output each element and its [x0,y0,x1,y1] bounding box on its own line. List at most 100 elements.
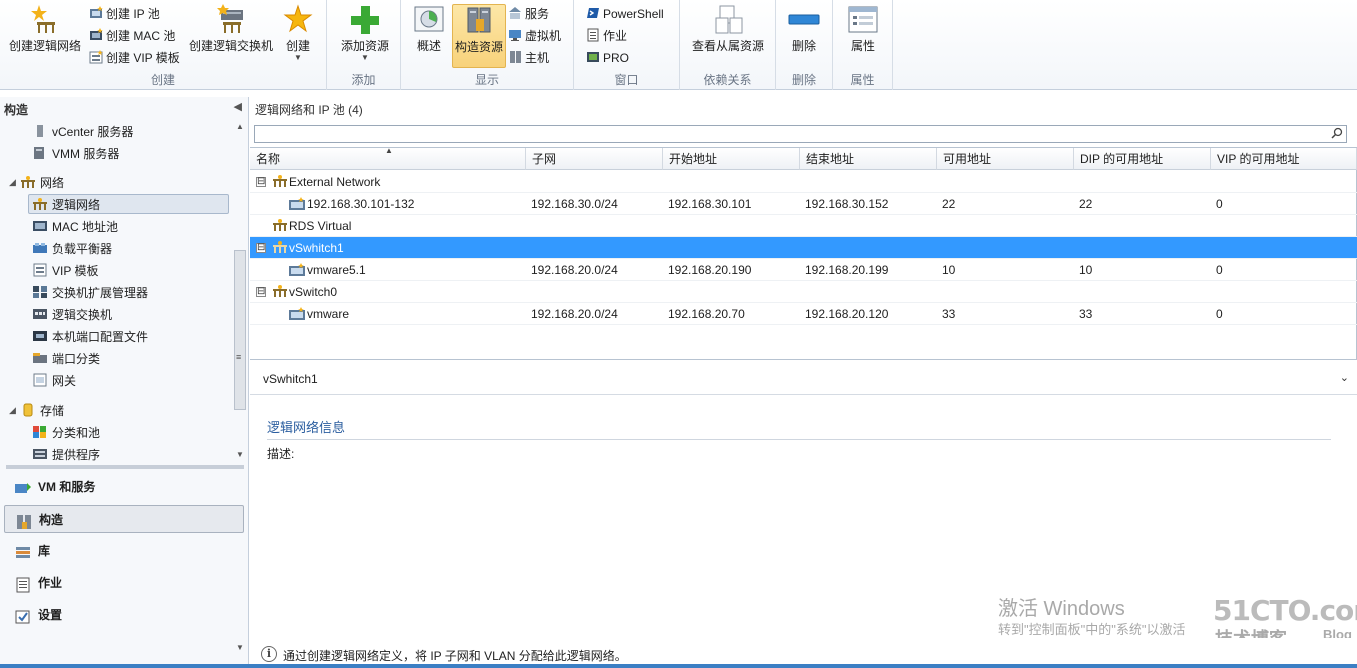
host-icon [508,50,522,64]
row-subnet: 192.168.30.0/24 [531,197,618,211]
tree-item-port-classifications[interactable]: 端口分类 [32,349,100,369]
table-row[interactable]: vmware 192.168.20.0/24 192.168.20.70 192… [250,303,1357,325]
powershell-button[interactable]: PowerShell [586,4,664,24]
tree-item-native-port-profiles[interactable]: 本机端口配置文件 [32,327,148,347]
details-selected-name: vSwhitch1 [263,372,318,386]
tree-item-switch-extension-managers[interactable]: 交换机扩展管理器 [32,283,148,303]
hosts-button[interactable]: 主机 [508,48,549,68]
info-icon: i [261,646,277,662]
tree-item-providers[interactable]: 提供程序 [32,445,100,465]
delete-label: 删除 [791,39,816,53]
table-row-selected[interactable]: ⊟ vSwhitch1 [250,237,1357,259]
row-collapse-icon[interactable]: ⊟ [256,287,266,297]
column-header-subnet[interactable]: 子网 [526,148,663,170]
vms-label: 虚拟机 [525,29,562,43]
column-header-end-address[interactable]: 结束地址 [800,148,937,170]
tree-item-label: 逻辑交换机 [52,308,113,322]
tree-item-storage[interactable]: 存储 [20,401,64,421]
ribbon-group-add-label: 添加 [351,73,376,87]
tree-item-vip-templates[interactable]: VIP 模板 [32,261,98,281]
search-input[interactable] [254,125,1347,143]
hosts-label: 主机 [525,51,550,65]
tree-item-label: 负载平衡器 [52,242,113,256]
details-pane-header[interactable]: vSwhitch1 ⌄ [250,363,1357,395]
load-balancer-icon [32,241,48,255]
workspace-fabric[interactable]: 构造 [4,505,244,533]
ribbon-group-create: 创建逻辑网络 创建 IP 池 创建 MAC 池 创建 VIP 模板 创建逻辑交换… [0,0,327,90]
vms-button[interactable]: 虚拟机 [508,26,561,46]
workspace-label: 构造 [39,513,64,527]
workspace-jobs[interactable]: 作业 [4,569,244,597]
row-name: 192.168.30.101-132 [307,197,415,211]
table-row[interactable]: ⊟ vSwitch0 [250,281,1357,303]
overview-button[interactable]: 概述 [411,4,447,54]
scroll-down-arrow-icon[interactable]: ▼ [236,450,244,459]
tree-item-vmm-servers[interactable]: VMM 服务器 [32,144,119,164]
ribbon-group-delete: 删除 删除 [776,0,833,90]
jobs-button[interactable]: 作业 [586,26,627,46]
row-collapse-icon[interactable]: ⊟ [256,243,266,253]
pro-button[interactable]: PRO [586,48,629,68]
tree-item-label: 本机端口配置文件 [52,330,149,344]
table-row[interactable]: 192.168.30.101-132 192.168.30.0/24 192.1… [250,193,1357,215]
row-start-address: 192.168.20.190 [668,263,752,277]
workspace-overflow-icon[interactable]: ▼ [236,643,244,652]
gateway-icon [32,373,48,387]
add-resource-button[interactable]: 添加资源 ▼ [338,4,392,62]
tree-item-networking[interactable]: 网络 [20,173,64,193]
tree-item-logical-networks[interactable]: 逻辑网络 [28,194,229,214]
chevron-down-icon[interactable]: ⌄ [1340,371,1349,384]
services-button[interactable]: 服务 [508,4,549,24]
tree-item-logical-switches[interactable]: 逻辑交换机 [32,305,112,325]
search-icon[interactable] [1331,127,1343,139]
table-row[interactable]: ⊟ External Network [250,171,1357,193]
workspace-settings[interactable]: 设置 [4,601,244,629]
tree-scrollbar[interactable]: ▲ ≡ ▼ [233,122,247,462]
create-mac-pool-button[interactable]: 创建 MAC 池 [89,26,175,46]
column-header-start-address[interactable]: 开始地址 [663,148,800,170]
view-dependent-resources-label: 查看从属资源 [691,39,764,53]
tree-item-load-balancers[interactable]: 负载平衡器 [32,239,112,259]
tree-item-mac-pools[interactable]: MAC 地址池 [32,217,118,237]
row-collapse-icon[interactable]: ⊟ [256,177,266,187]
storage-collapse-icon[interactable]: ◢ [9,405,16,416]
column-header-available-addresses[interactable]: 可用地址 [937,148,1074,170]
workspace-library[interactable]: 库 [4,537,244,565]
create-ip-pool-button[interactable]: 创建 IP 池 [89,4,160,24]
column-header-name[interactable]: 名称 ▲ [250,146,526,170]
tree-item-label: 端口分类 [52,352,101,366]
table-row[interactable]: RDS Virtual [250,215,1357,237]
window-bottom-border [0,664,1357,668]
tree-item-classifications-and-pools[interactable]: 分类和池 [32,423,100,443]
properties-button[interactable]: 属性 [845,4,881,54]
table-row[interactable]: vmware5.1 192.168.20.0/24 192.168.20.190… [250,259,1357,281]
add-dropdown-arrow-icon: ▼ [361,53,369,62]
workspace-splitter[interactable] [6,465,244,469]
row-vip-available: 0 [1216,307,1223,321]
column-header-dip-available[interactable]: DIP 的可用地址 [1074,148,1211,170]
network-collapse-icon[interactable]: ◢ [9,177,16,188]
logical-network-icon [273,216,287,231]
view-dependent-resources-button[interactable]: 查看从属资源 [690,4,766,54]
delete-button[interactable]: 删除 [785,4,823,54]
column-header-vip-available[interactable]: VIP 的可用地址 [1211,148,1357,170]
create-vip-template-button[interactable]: 创建 VIP 模板 [89,48,180,68]
fabric-resources-icon [463,5,495,37]
scroll-up-arrow-icon[interactable]: ▲ [236,122,244,131]
row-vip-available: 0 [1216,263,1223,277]
mac-pool-icon [32,219,48,233]
delete-icon [788,4,820,36]
row-end-address: 192.168.20.120 [805,307,889,321]
scrollbar-thumb[interactable] [234,250,246,410]
create-logical-switch-button[interactable]: 创建逻辑交换机 [188,4,274,54]
tree-item-vcenter-servers[interactable]: vCenter 服务器 [32,122,133,142]
row-start-address: 192.168.20.70 [668,307,745,321]
workspace-vms-and-services[interactable]: VM 和服务 [4,473,244,501]
create-dropdown-button[interactable]: 创建 ▼ [281,4,315,62]
library-icon [14,543,32,559]
create-logical-network-button[interactable]: 创建逻辑网络 [6,4,84,54]
logical-switch-icon [215,4,247,36]
collapse-pane-icon[interactable]: ◀ [234,100,242,113]
tree-item-gateways[interactable]: 网关 [32,371,76,391]
fabric-resources-button[interactable]: 构造资源 [452,4,506,68]
